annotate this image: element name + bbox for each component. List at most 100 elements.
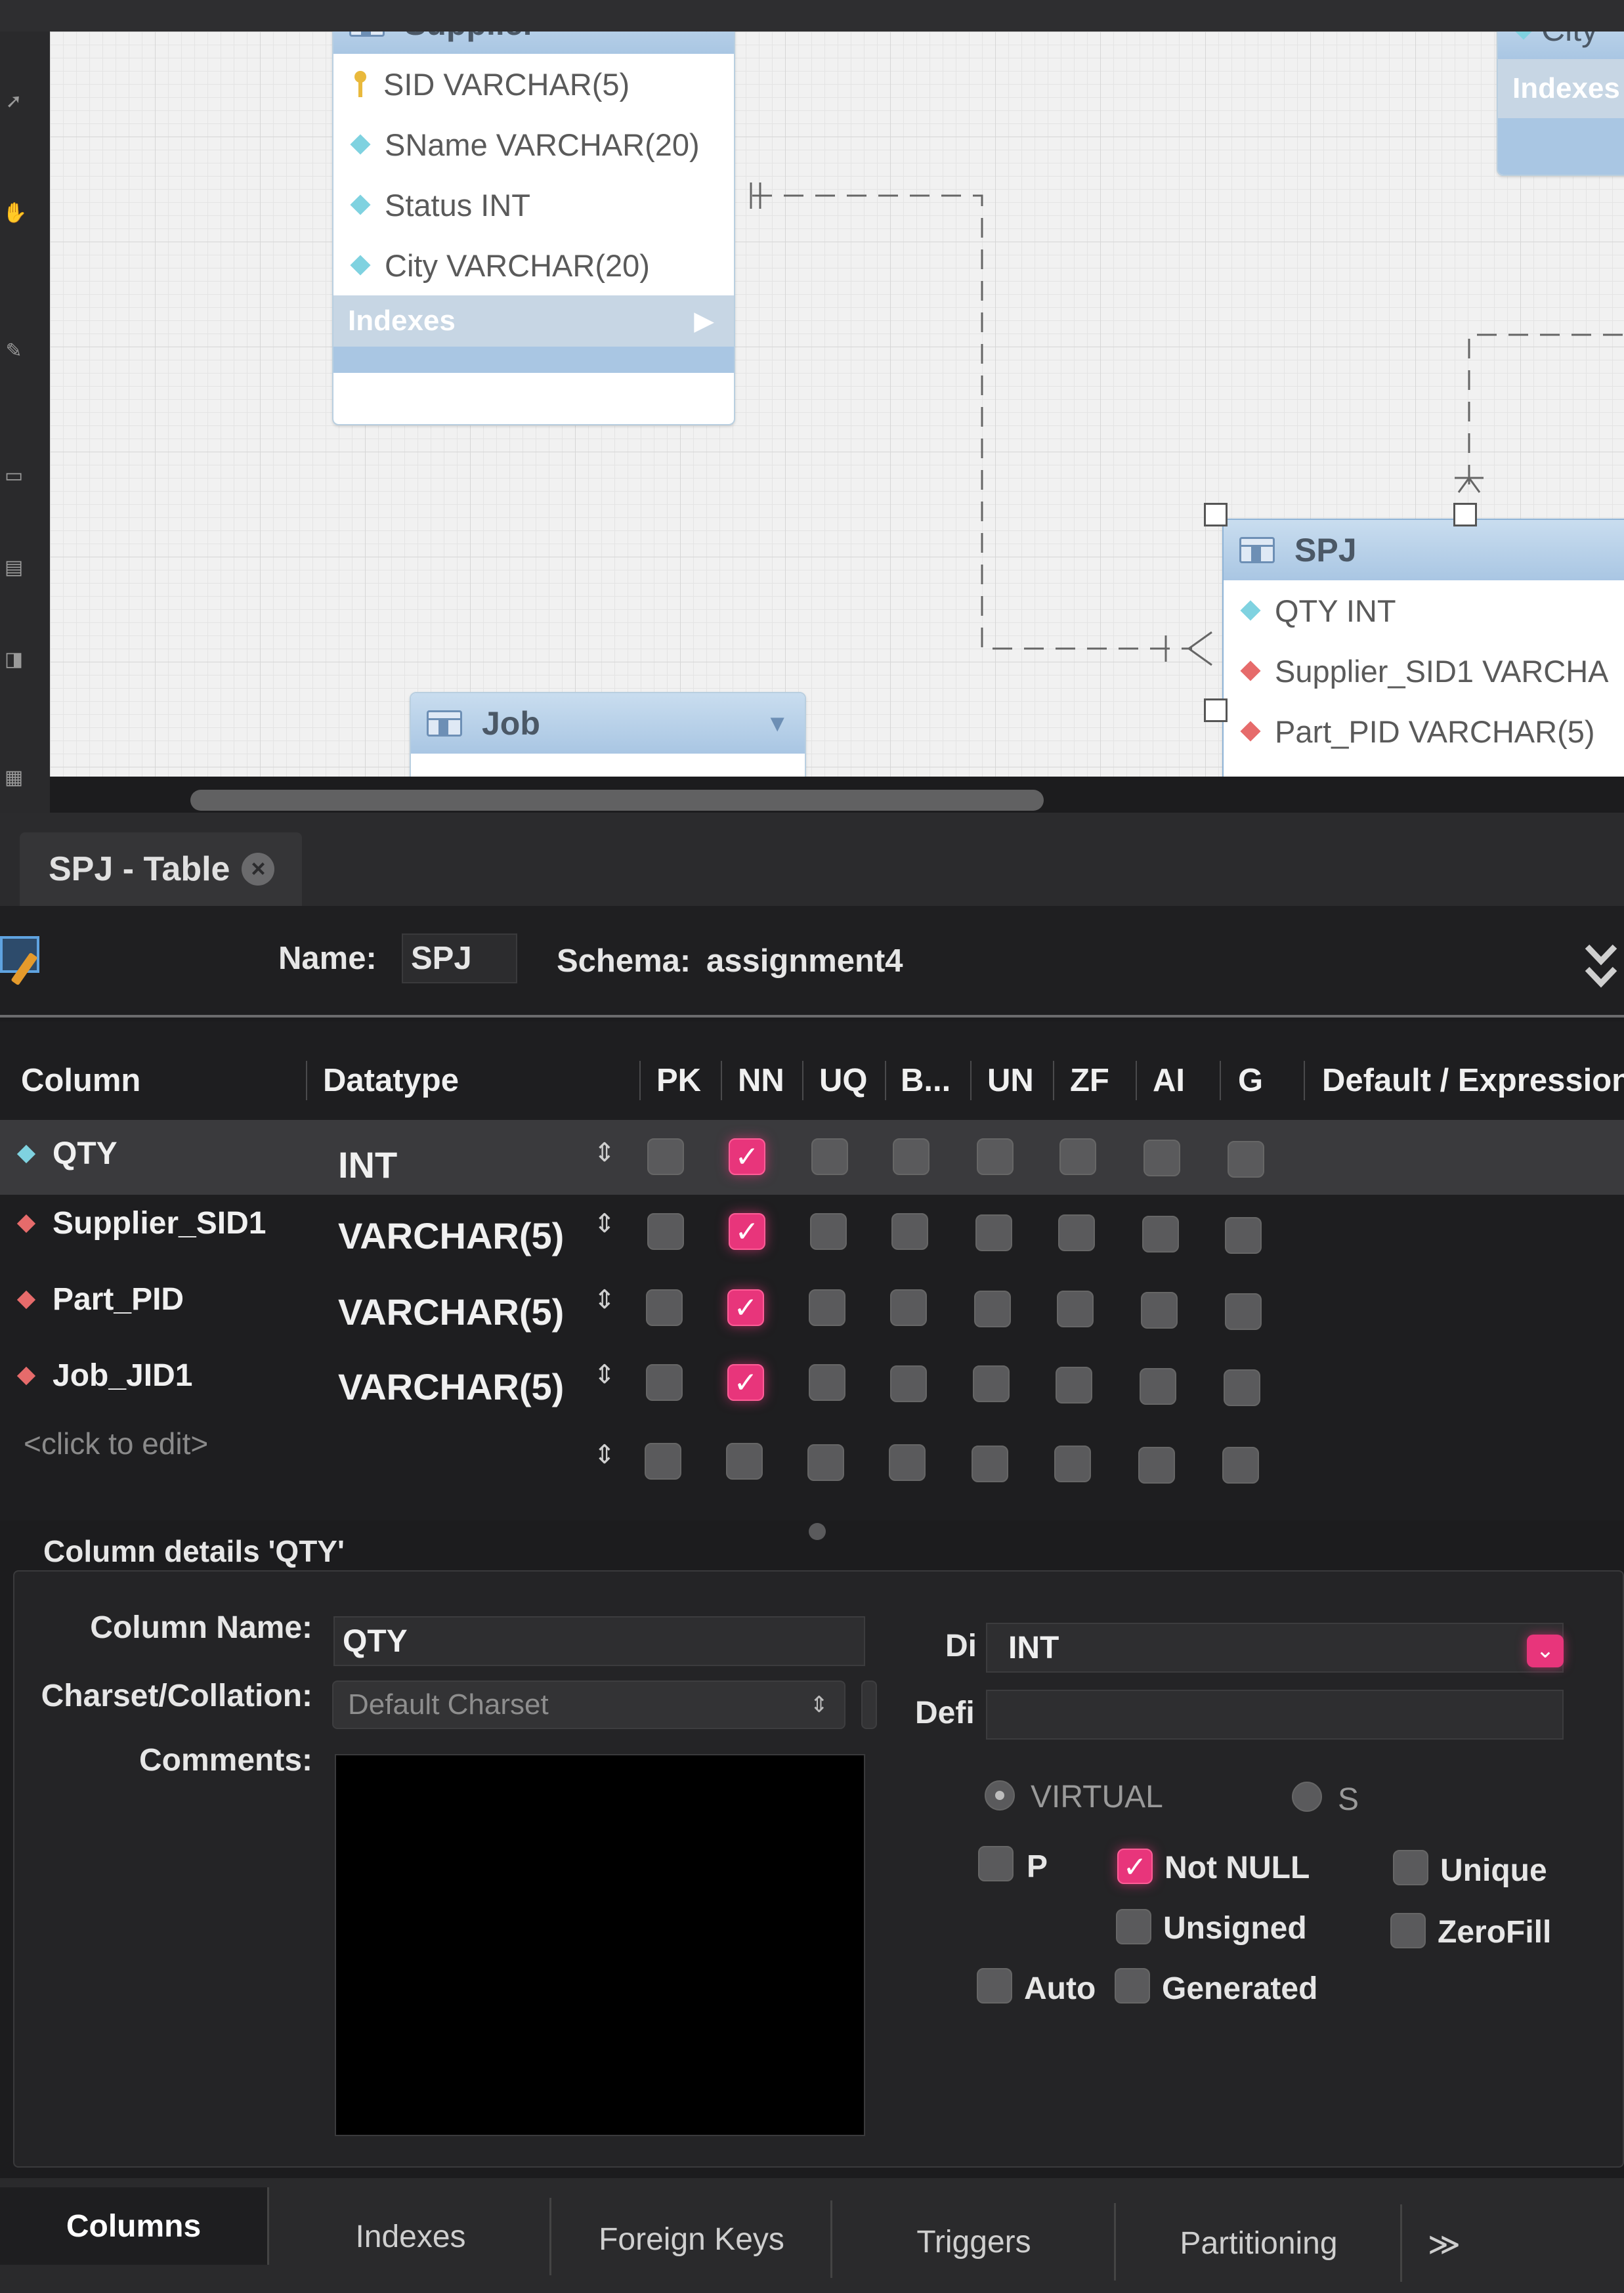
zf-checkbox[interactable] xyxy=(1056,1367,1092,1404)
datatype-cell[interactable]: VARCHAR(5) xyxy=(338,1214,564,1257)
table-row[interactable]: Supplier_SID1 VARCHAR(5) ⇕ xyxy=(0,1195,1624,1270)
pk-checkbox[interactable] xyxy=(646,1289,683,1326)
uq-checkbox[interactable] xyxy=(811,1138,848,1175)
default-expression-header[interactable]: Default / Expression xyxy=(1322,1062,1624,1099)
entity-column[interactable]: SID VARCHAR(5) xyxy=(333,54,734,114)
job-entity-header[interactable]: Job ▼ xyxy=(411,693,805,754)
hand-tool-icon[interactable]: ✋ xyxy=(3,202,27,225)
datatype-cell[interactable]: INT xyxy=(338,1144,397,1186)
city-entity[interactable]: City Indexes xyxy=(1497,32,1624,176)
image-tool-icon[interactable]: ◨ xyxy=(3,649,25,671)
tab-foreign-keys[interactable]: Foreign Keys xyxy=(553,2200,832,2278)
virtual-radio[interactable] xyxy=(985,1780,1015,1811)
er-diagram-canvas[interactable]: Supplier ▼ SID VARCHAR(5) SName VARCHAR(… xyxy=(50,32,1624,777)
datatype-dropdown-chevron-icon[interactable]: ⌄ xyxy=(1527,1635,1564,1667)
new-row[interactable]: <click to edit> ⇕ xyxy=(0,1419,1624,1494)
pk-checkbox[interactable] xyxy=(645,1443,681,1480)
entity-column[interactable]: SName VARCHAR(20) xyxy=(333,114,734,175)
ai-header[interactable]: AI xyxy=(1153,1062,1185,1099)
g-checkbox[interactable] xyxy=(1224,1369,1260,1406)
g-checkbox[interactable] xyxy=(1222,1447,1259,1484)
table-name-input[interactable]: SPJ xyxy=(402,933,517,983)
charset-select[interactable]: Default Charset ⇕ xyxy=(332,1681,845,1729)
canvas-horizontal-scrollbar[interactable] xyxy=(190,790,1044,811)
entity-column[interactable]: Status INT xyxy=(333,175,734,235)
collapse-chevron-icon[interactable]: ▼ xyxy=(694,32,718,37)
selection-handle[interactable] xyxy=(1204,503,1228,526)
ai-checkbox[interactable] xyxy=(1140,1368,1176,1405)
note-tool-icon[interactable]: ▤ xyxy=(3,557,25,579)
pk-checkbox[interactable] xyxy=(647,1213,684,1250)
g-checkbox[interactable] xyxy=(1225,1293,1262,1330)
tab-columns[interactable]: Columns xyxy=(0,2187,269,2265)
table-row[interactable]: QTY INT ⇕ xyxy=(0,1120,1624,1195)
supplier-entity-header[interactable]: Supplier ▼ xyxy=(333,32,734,54)
zf-checkbox[interactable] xyxy=(1058,1214,1095,1251)
un-checkbox[interactable] xyxy=(977,1138,1014,1175)
un-checkbox[interactable] xyxy=(975,1214,1012,1251)
zf-checkbox[interactable] xyxy=(1059,1138,1096,1175)
layer-tool-icon[interactable]: ▭ xyxy=(3,465,25,487)
unique-checkbox[interactable] xyxy=(1393,1850,1428,1885)
table-row[interactable]: Part_PID VARCHAR(5) ⇕ xyxy=(0,1270,1624,1344)
uq-checkbox[interactable] xyxy=(809,1364,845,1401)
un-header[interactable]: UN xyxy=(987,1062,1034,1099)
stored-radio[interactable] xyxy=(1292,1782,1322,1812)
tab-indexes[interactable]: Indexes xyxy=(272,2198,551,2275)
table-tool-icon[interactable]: ▦ xyxy=(3,767,25,789)
collapse-double-chevron-icon[interactable] xyxy=(1578,943,1624,995)
datatype-stepper-icon[interactable]: ⇕ xyxy=(593,1287,616,1313)
ai-checkbox[interactable] xyxy=(1141,1292,1178,1329)
g-header[interactable]: G xyxy=(1238,1062,1263,1099)
eraser-tool-icon[interactable]: ✎ xyxy=(3,340,25,362)
column-name-cell[interactable]: Supplier_SID1 xyxy=(13,1205,266,1241)
column-name-field[interactable]: QTY xyxy=(333,1616,865,1666)
entity-column[interactable]: Supplier_SID1 VARCHA xyxy=(1224,641,1624,701)
ai-checkbox[interactable] xyxy=(1138,1447,1175,1484)
nn-checkbox[interactable] xyxy=(729,1138,765,1175)
g-checkbox[interactable] xyxy=(1225,1217,1262,1254)
selection-handle[interactable] xyxy=(1204,698,1228,722)
zf-checkbox[interactable] xyxy=(1057,1291,1094,1327)
spj-entity-header[interactable]: SPJ xyxy=(1224,520,1624,580)
column-name-cell[interactable]: Part_PID xyxy=(13,1281,184,1318)
column-header[interactable]: Column xyxy=(21,1062,140,1099)
zf-header[interactable]: ZF xyxy=(1070,1062,1109,1099)
unsigned-checkbox[interactable] xyxy=(1116,1909,1151,1944)
datatype-stepper-icon[interactable]: ⇕ xyxy=(593,1442,616,1468)
uq-checkbox[interactable] xyxy=(807,1444,844,1481)
nn-checkbox[interactable] xyxy=(726,1443,763,1480)
collation-select[interactable] xyxy=(861,1681,877,1729)
zf-checkbox[interactable] xyxy=(1054,1446,1091,1482)
nn-checkbox[interactable] xyxy=(727,1289,764,1326)
auto-increment-checkbox[interactable] xyxy=(977,1968,1012,2004)
collapse-chevron-icon[interactable]: ▼ xyxy=(765,710,789,737)
spj-entity[interactable]: SPJ QTY INT Supplier_SID1 VARCHA Part_PI… xyxy=(1222,519,1624,777)
not-null-checkbox[interactable] xyxy=(1117,1849,1153,1884)
table-row[interactable]: Job_JID1 VARCHAR(5) ⇕ xyxy=(0,1344,1624,1419)
datatype-stepper-icon[interactable]: ⇕ xyxy=(593,1140,616,1166)
entity-column[interactable]: QTY INT xyxy=(1224,580,1624,641)
datatype-stepper-icon[interactable]: ⇕ xyxy=(593,1361,616,1388)
binary-checkbox[interactable] xyxy=(891,1213,928,1250)
comments-textarea[interactable] xyxy=(335,1754,865,2136)
splitter-handle[interactable] xyxy=(809,1523,826,1540)
un-checkbox[interactable] xyxy=(972,1446,1008,1482)
entity-column[interactable]: City VARCHAR(20) xyxy=(333,235,734,295)
supplier-entity[interactable]: Supplier ▼ SID VARCHAR(5) SName VARCHAR(… xyxy=(332,32,735,425)
entity-column[interactable]: Part_PID VARCHAR(5) xyxy=(1224,701,1624,761)
column-name-cell[interactable]: Job_JID1 xyxy=(13,1358,192,1394)
binary-header[interactable]: B... xyxy=(901,1062,951,1099)
spj-table-tab[interactable]: SPJ - Table × xyxy=(20,832,302,906)
column-name-cell[interactable]: QTY xyxy=(13,1136,118,1172)
ai-checkbox[interactable] xyxy=(1143,1140,1180,1176)
pointer-tool-icon[interactable]: ➚ xyxy=(3,91,25,113)
binary-checkbox[interactable] xyxy=(890,1289,927,1326)
generated-checkbox[interactable] xyxy=(1115,1968,1150,2004)
binary-checkbox[interactable] xyxy=(889,1444,926,1481)
datatype-cell[interactable]: VARCHAR(5) xyxy=(338,1291,564,1333)
datatype-field[interactable]: INT xyxy=(986,1623,1564,1673)
datatype-cell[interactable]: VARCHAR(5) xyxy=(338,1365,564,1408)
binary-checkbox[interactable] xyxy=(890,1365,927,1402)
un-checkbox[interactable] xyxy=(973,1365,1010,1402)
